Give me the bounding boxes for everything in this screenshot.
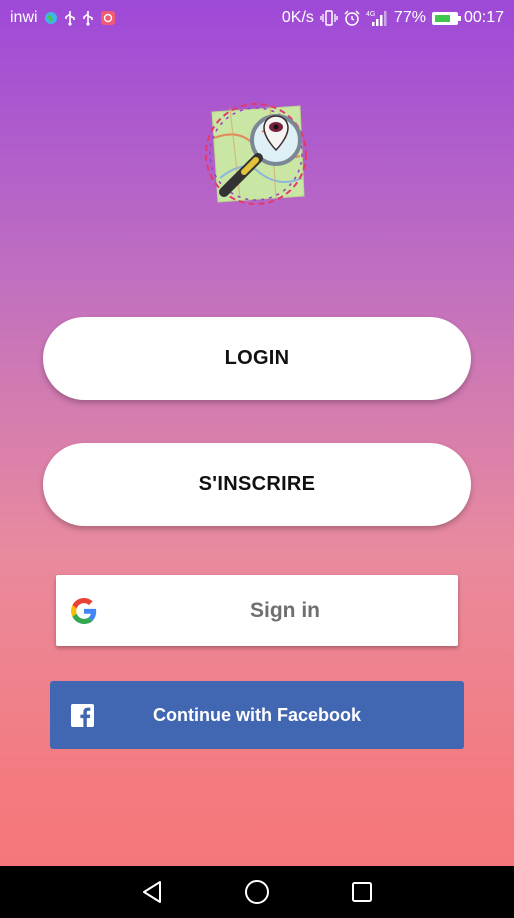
network-type: 4G	[366, 11, 375, 18]
status-bar-left: inwi	[10, 9, 116, 27]
status-bar: inwi 0K/s 4G 77% 00:17	[0, 0, 514, 36]
message-icon	[100, 10, 116, 26]
battery-percent: 77%	[393, 9, 426, 26]
recents-icon[interactable]	[342, 872, 382, 912]
navigation-bar	[0, 866, 514, 918]
globe-icon	[44, 11, 58, 25]
facebook-login-label: Continue with Facebook	[152, 704, 361, 725]
usb-icon	[82, 10, 94, 26]
back-icon[interactable]	[132, 872, 172, 912]
alarm-icon	[344, 10, 360, 26]
battery-icon	[431, 11, 461, 25]
carrier-label: inwi	[10, 9, 38, 26]
facebook-login-button[interactable]: Continue with Facebook	[50, 681, 464, 749]
register-label: S'INSCRIRE	[198, 473, 316, 495]
clock: 00:17	[463, 9, 504, 26]
login-button[interactable]: LOGIN	[43, 317, 471, 400]
google-sign-in-label: Sign in	[250, 598, 320, 622]
usb-icon	[64, 10, 76, 26]
login-label: LOGIN	[224, 347, 290, 369]
map-magnifier-logo	[205, 103, 307, 205]
home-icon[interactable]	[237, 872, 277, 912]
register-button[interactable]: S'INSCRIRE	[43, 443, 471, 526]
status-bar-right: 0K/s 4G 77% 00:17	[282, 9, 504, 27]
net-speed: 0K/s	[281, 9, 314, 26]
signal-icon: 4G	[366, 9, 388, 27]
google-icon	[71, 598, 97, 624]
app-logo	[200, 98, 312, 210]
google-sign-in-button[interactable]: Sign in	[56, 575, 458, 646]
vibrate-icon	[320, 10, 338, 26]
facebook-icon	[71, 704, 94, 727]
